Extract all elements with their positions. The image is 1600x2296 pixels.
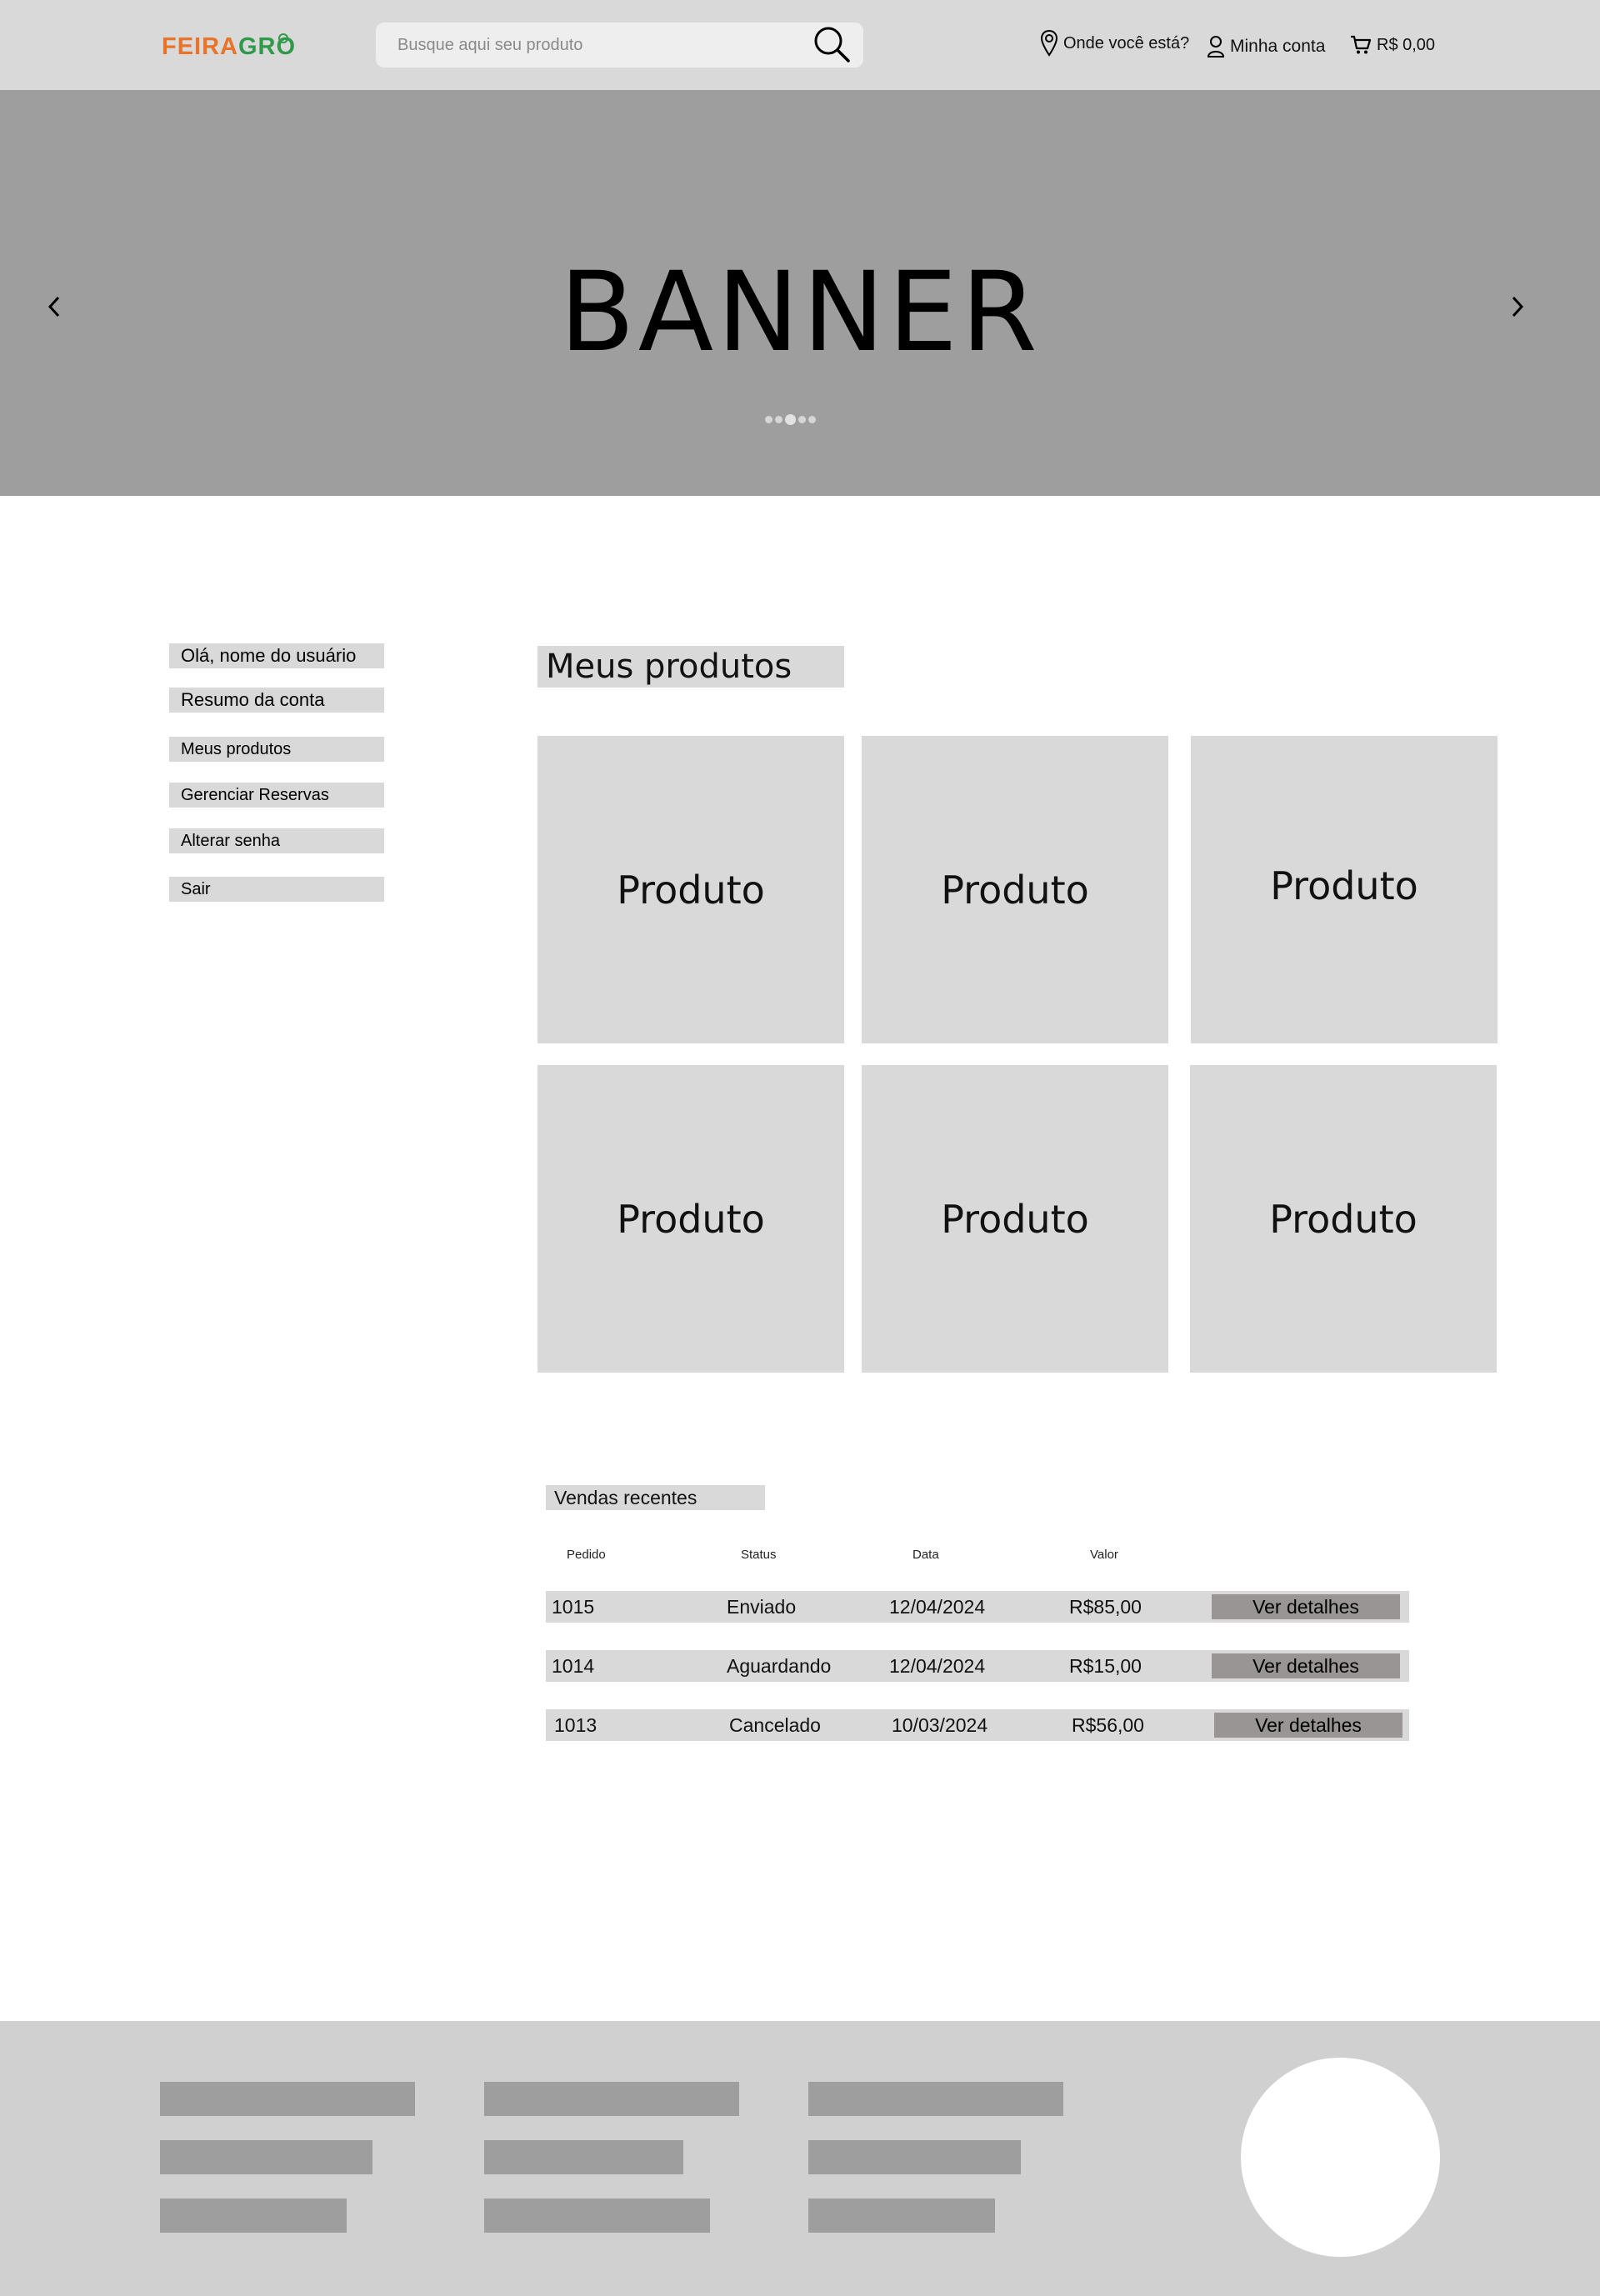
view-details-button[interactable]: Ver detalhes [1214, 1713, 1402, 1738]
view-details-button[interactable]: Ver detalhes [1212, 1594, 1400, 1619]
shopping-cart-icon [1351, 35, 1372, 54]
page-title: Meus produtos [538, 646, 844, 688]
table-row: 1013 Cancelado 10/03/2024 R$56,00 Ver de… [546, 1709, 1409, 1741]
footer-link-placeholder[interactable] [484, 2082, 739, 2116]
order-number: 1013 [554, 1713, 598, 1736]
order-value: R$56,00 [1072, 1713, 1144, 1736]
search-icon[interactable] [812, 25, 851, 63]
logo-text-orange: FEIRA [162, 33, 238, 60]
carousel-dot[interactable] [798, 416, 806, 423]
footer-logo-placeholder [1241, 2058, 1440, 2257]
order-status: Aguardando [727, 1654, 832, 1677]
sidebar-item-my-products[interactable]: Meus produtos [169, 737, 384, 762]
location-label: Onde você está? [1063, 33, 1190, 53]
sidebar-greeting: Olá, nome do usuário [169, 643, 384, 668]
footer-link-placeholder[interactable] [160, 2198, 347, 2233]
cart-link[interactable]: R$ 0,00 [1350, 30, 1435, 60]
user-icon [1207, 36, 1225, 58]
account-label: Minha conta [1230, 37, 1326, 56]
search-input[interactable] [398, 23, 798, 68]
footer-link-placeholder[interactable] [484, 2198, 710, 2233]
footer-link-placeholder[interactable] [160, 2082, 415, 2116]
cart-total: R$ 0,00 [1377, 35, 1436, 54]
table-row: 1014 Aguardando 12/04/2024 R$15,00 Ver d… [546, 1650, 1409, 1682]
order-number: 1014 [552, 1654, 595, 1677]
footer-link-placeholder[interactable] [808, 2082, 1063, 2116]
hero-banner: BANNER [0, 90, 1600, 496]
top-header: FEIRAGRO Onde você está? Minha conta R$ … [0, 0, 1600, 90]
product-card[interactable]: Produto [862, 736, 1168, 1043]
search-bar [376, 23, 863, 68]
table-row: 1015 Enviado 12/04/2024 R$85,00 Ver deta… [546, 1591, 1409, 1623]
order-date: 12/04/2024 [889, 1595, 986, 1618]
chevron-right-icon[interactable] [1507, 294, 1528, 319]
carousel-dot[interactable] [765, 416, 772, 423]
feiragro-logo[interactable]: FEIRA GRO [162, 30, 296, 63]
product-card[interactable]: Produto [538, 736, 844, 1043]
column-header-date: Data [912, 1548, 939, 1562]
product-card[interactable]: Produto [1190, 1065, 1497, 1373]
order-value: R$15,00 [1069, 1654, 1142, 1677]
banner-title: BANNER [559, 248, 1041, 377]
carousel-dot[interactable] [785, 414, 796, 425]
order-value: R$85,00 [1069, 1595, 1142, 1618]
product-card[interactable]: Produto [538, 1065, 844, 1373]
logo-leaf-icon [278, 33, 288, 43]
order-status: Enviado [727, 1595, 797, 1618]
sidebar-item-manage-reservations[interactable]: Gerenciar Reservas [169, 783, 384, 808]
footer-link-placeholder[interactable] [808, 2140, 1021, 2174]
order-date: 10/03/2024 [892, 1713, 988, 1736]
carousel-dot[interactable] [808, 416, 816, 423]
sidebar-item-change-password[interactable]: Alterar senha [169, 828, 384, 853]
sidebar-item-account-summary[interactable]: Resumo da conta [169, 688, 384, 713]
account-link[interactable]: Minha conta [1207, 32, 1325, 62]
view-details-button[interactable]: Ver detalhes [1212, 1653, 1400, 1678]
recent-sales-title: Vendas recentes [546, 1485, 765, 1510]
footer-link-placeholder[interactable] [484, 2140, 683, 2174]
order-status: Cancelado [729, 1713, 821, 1736]
column-header-order: Pedido [567, 1548, 606, 1562]
column-header-value: Valor [1090, 1548, 1118, 1562]
sidebar-item-logout[interactable]: Sair [169, 877, 384, 902]
order-number: 1015 [552, 1595, 595, 1618]
carousel-dots [765, 414, 816, 425]
page-footer [0, 2021, 1600, 2296]
product-card[interactable]: Produto [1191, 736, 1498, 1043]
column-header-status: Status [741, 1548, 777, 1562]
location-link[interactable]: Onde você está? [1040, 27, 1189, 60]
footer-link-placeholder[interactable] [808, 2198, 995, 2233]
footer-link-placeholder[interactable] [160, 2140, 372, 2174]
map-pin-icon [1040, 29, 1058, 57]
product-card[interactable]: Produto [862, 1065, 1168, 1373]
order-date: 12/04/2024 [889, 1654, 986, 1677]
carousel-dot[interactable] [775, 416, 782, 423]
